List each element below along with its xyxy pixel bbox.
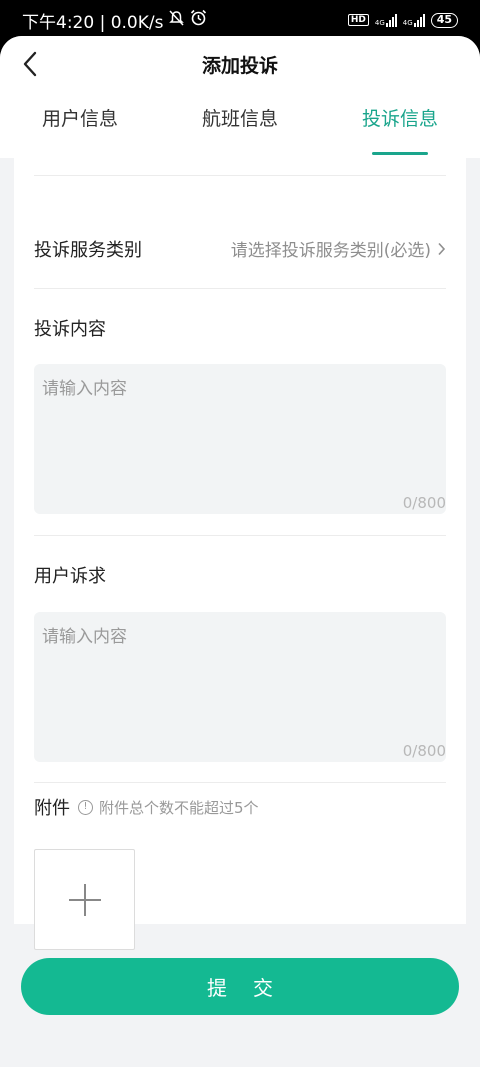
content-placeholder: 请输入内容 (42, 379, 127, 399)
app-screen: 添加投诉 用户信息 航班信息 投诉信息 投诉服务类别 请选择投诉服务类别(必选)… (0, 36, 480, 1067)
chevron-right-icon (438, 242, 446, 255)
attachment-row: 附件 ! 附件总个数不能超过5个 (34, 794, 259, 820)
category-label: 投诉服务类别 (34, 240, 142, 261)
divider (34, 782, 446, 783)
demand-label: 用户诉求 (34, 566, 106, 587)
tab-bar: 用户信息 航班信息 投诉信息 (0, 92, 480, 158)
tab-user-info[interactable]: 用户信息 (0, 92, 160, 158)
content-textarea[interactable]: 请输入内容 0/800 (34, 364, 446, 514)
content-char-count: 0/800 (402, 494, 446, 512)
status-bar: 下午4:20 | 0.0K/s HD 4G 4G 45 (0, 0, 480, 40)
attachment-label: 附件 (34, 798, 70, 819)
hd-badge: HD (347, 14, 369, 26)
demand-textarea[interactable]: 请输入内容 0/800 (34, 612, 446, 762)
category-placeholder: 请选择投诉服务类别(必选) (230, 241, 431, 261)
category-select-row[interactable]: 投诉服务类别 请选择投诉服务类别(必选) (14, 212, 466, 288)
upload-attachment-button[interactable] (34, 849, 135, 950)
tab-active-indicator (372, 152, 428, 155)
chevron-left-icon (23, 51, 37, 77)
tab-label: 航班信息 (201, 108, 278, 130)
status-time: 下午4:20 | 0.0K/s (22, 12, 164, 33)
demand-placeholder: 请输入内容 (42, 627, 127, 647)
divider (34, 288, 446, 289)
alarm-icon (190, 9, 207, 31)
attachment-hint: 附件总个数不能超过5个 (99, 798, 259, 817)
submit-button[interactable]: 提交 (21, 958, 459, 1015)
signal-icon-2: 4G (403, 13, 425, 27)
tab-flight-info[interactable]: 航班信息 (160, 92, 320, 158)
divider (34, 175, 446, 176)
divider (34, 535, 446, 536)
tab-label: 用户信息 (41, 108, 118, 130)
signal-icon: 4G (375, 13, 397, 27)
back-button[interactable] (14, 48, 46, 80)
tab-complaint-info[interactable]: 投诉信息 (320, 92, 480, 158)
category-value: 请选择投诉服务类别(必选) (231, 236, 446, 261)
battery-icon: 45 (430, 12, 458, 28)
tab-label: 投诉信息 (361, 108, 438, 130)
page-title: 添加投诉 (201, 54, 278, 77)
demand-char-count: 0/800 (402, 742, 446, 760)
nav-header: 添加投诉 (0, 36, 480, 92)
mute-bell-icon (169, 9, 185, 31)
complaint-form-card: 投诉服务类别 请选择投诉服务类别(必选) 投诉内容 请输入内容 0/800 用户… (14, 158, 466, 950)
info-icon: ! (78, 799, 93, 815)
content-label: 投诉内容 (34, 319, 106, 340)
plus-icon (68, 883, 101, 916)
